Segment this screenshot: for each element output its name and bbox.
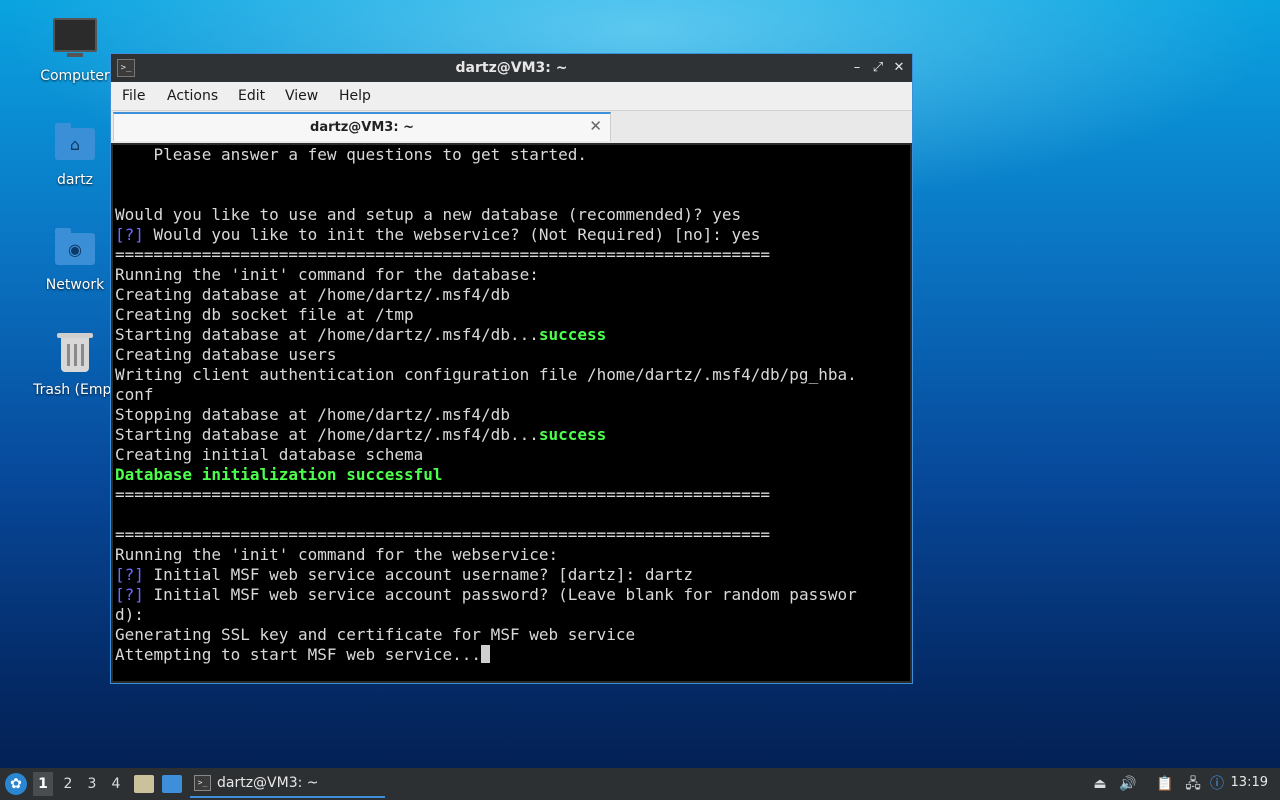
line-text: Stopping database at /home/dartz/.msf4/d… <box>115 405 510 424</box>
start-menu-icon[interactable]: ✿ <box>5 773 27 795</box>
success-text: Database initialization successful <box>115 465 443 484</box>
workspace-4[interactable]: 4 <box>106 772 126 796</box>
line-text: Would you like to init the webservice? (… <box>143 225 761 244</box>
menu-actions[interactable]: Actions <box>167 88 218 104</box>
workspace-2[interactable]: 2 <box>58 772 78 796</box>
line-text: Would you like to use and setup a new da… <box>115 205 742 224</box>
close-button[interactable]: ✕ <box>890 59 908 77</box>
line-text: ========================================… <box>115 485 771 504</box>
line-text: Running the 'init' command for the webse… <box>115 545 559 564</box>
line-text: Attempting to start MSF web service... <box>115 645 482 664</box>
terminal-line: Creating db socket file at /tmp <box>115 305 414 325</box>
line-text: Initial MSF web service account password… <box>143 585 857 604</box>
workspace-1[interactable]: 1 <box>33 772 53 796</box>
line-text: Starting database at /home/dartz/.msf4/d… <box>115 425 539 444</box>
clipboard-icon[interactable]: 📋 <box>1155 774 1175 794</box>
line-text: d): <box>115 605 144 624</box>
terminal-line: Writing client authentication configurat… <box>115 365 857 385</box>
taskbar: ✿ 1 2 3 4 >_ dartz@VM3: ~ ⏏ 🔊 📋 🖧 ⓘ 13:1… <box>0 768 1280 800</box>
computer-icon <box>53 18 97 52</box>
terminal-window: >_ dartz@VM3: ~ – ⤢ ✕ File Actions Edit … <box>110 53 913 684</box>
menu-help[interactable]: Help <box>339 88 371 104</box>
terminal-line: Attempting to start MSF web service... <box>115 645 491 665</box>
trash-icon <box>57 333 93 372</box>
menu-view[interactable]: View <box>285 88 318 104</box>
menu-file[interactable]: File <box>122 88 145 104</box>
line-text: conf <box>115 385 154 404</box>
terminal-line: Generating SSL key and certificate for M… <box>115 625 635 645</box>
minimize-button[interactable]: – <box>848 59 866 77</box>
terminal-line: ========================================… <box>115 245 770 265</box>
terminal-line: Starting database at /home/dartz/.msf4/d… <box>115 325 606 345</box>
show-desktop-icon[interactable] <box>162 775 182 793</box>
line-text: Writing client authentication configurat… <box>115 365 857 384</box>
success-text: success <box>538 325 607 344</box>
terminal-output[interactable]: Please answer a few questions to get sta… <box>113 145 910 681</box>
menu-bar: File Actions Edit View Help <box>111 82 912 111</box>
success-text: success <box>538 425 607 444</box>
line-text: ========================================… <box>115 525 771 544</box>
network-icon[interactable]: 🖧 <box>1183 774 1203 794</box>
terminal-line: Starting database at /home/dartz/.msf4/d… <box>115 425 606 445</box>
terminal-line: [?] Initial MSF web service account pass… <box>115 585 857 605</box>
task-label: dartz@VM3: ~ <box>217 775 319 791</box>
taskbar-task-terminal[interactable]: >_ dartz@VM3: ~ <box>190 770 385 798</box>
terminal-line: ========================================… <box>115 525 770 545</box>
terminal-line: [?] Initial MSF web service account user… <box>115 565 693 585</box>
update-notifier-icon[interactable]: ⓘ <box>1207 774 1227 794</box>
terminal-line: Stopping database at /home/dartz/.msf4/d… <box>115 405 510 425</box>
terminal-line: Running the 'init' command for the datab… <box>115 265 539 285</box>
tab-terminal[interactable]: dartz@VM3: ~ ✕ <box>113 112 611 141</box>
prompt-marker: [?] <box>115 565 144 584</box>
line-text: ========================================… <box>115 245 771 264</box>
terminal-line: Please answer a few questions to get sta… <box>115 145 587 165</box>
workspace-3[interactable]: 3 <box>82 772 102 796</box>
file-manager-icon[interactable] <box>134 775 154 793</box>
terminal-cursor <box>481 645 491 663</box>
line-text: Starting database at /home/dartz/.msf4/d… <box>115 325 539 344</box>
terminal-line: Creating database at /home/dartz/.msf4/d… <box>115 285 510 305</box>
terminal-line: Running the 'init' command for the webse… <box>115 545 558 565</box>
tab-label: dartz@VM3: ~ <box>310 120 414 135</box>
terminal-line: ========================================… <box>115 485 770 505</box>
maximize-button[interactable]: ⤢ <box>869 59 887 77</box>
terminal-line: Database initialization successful <box>115 465 443 485</box>
line-text: Creating initial database schema <box>115 445 424 464</box>
prompt-marker: [?] <box>115 225 144 244</box>
line-text: Creating db socket file at /tmp <box>115 305 414 324</box>
line-text: Please answer a few questions to get sta… <box>115 145 588 164</box>
line-text: Running the 'init' command for the datab… <box>115 265 539 284</box>
terminal-task-icon: >_ <box>194 775 211 791</box>
terminal-line: Would you like to use and setup a new da… <box>115 205 741 225</box>
clock: 13:19 <box>1230 775 1268 790</box>
eject-icon[interactable]: ⏏ <box>1090 774 1110 794</box>
volume-icon[interactable]: 🔊 <box>1118 774 1138 794</box>
window-titlebar[interactable]: >_ dartz@VM3: ~ – ⤢ ✕ <box>111 54 912 82</box>
tab-close-icon[interactable]: ✕ <box>589 117 602 135</box>
line-text: Generating SSL key and certificate for M… <box>115 625 636 644</box>
terminal-line: d): <box>115 605 144 625</box>
line-text: Creating database at /home/dartz/.msf4/d… <box>115 285 510 304</box>
tab-bar: dartz@VM3: ~ ✕ <box>111 111 912 143</box>
window-title: dartz@VM3: ~ <box>455 60 568 76</box>
home-folder-icon: ⌂ <box>55 123 95 160</box>
prompt-marker: [?] <box>115 585 144 604</box>
line-text: Initial MSF web service account username… <box>143 565 693 584</box>
menu-edit[interactable]: Edit <box>238 88 265 104</box>
terminal-line: [?] Would you like to init the webservic… <box>115 225 760 245</box>
line-text: Creating database users <box>115 345 337 364</box>
terminal-line: Creating database users <box>115 345 337 365</box>
terminal-line: Creating initial database schema <box>115 445 423 465</box>
network-folder-icon: ◉ <box>55 228 95 265</box>
terminal-line: conf <box>115 385 154 405</box>
